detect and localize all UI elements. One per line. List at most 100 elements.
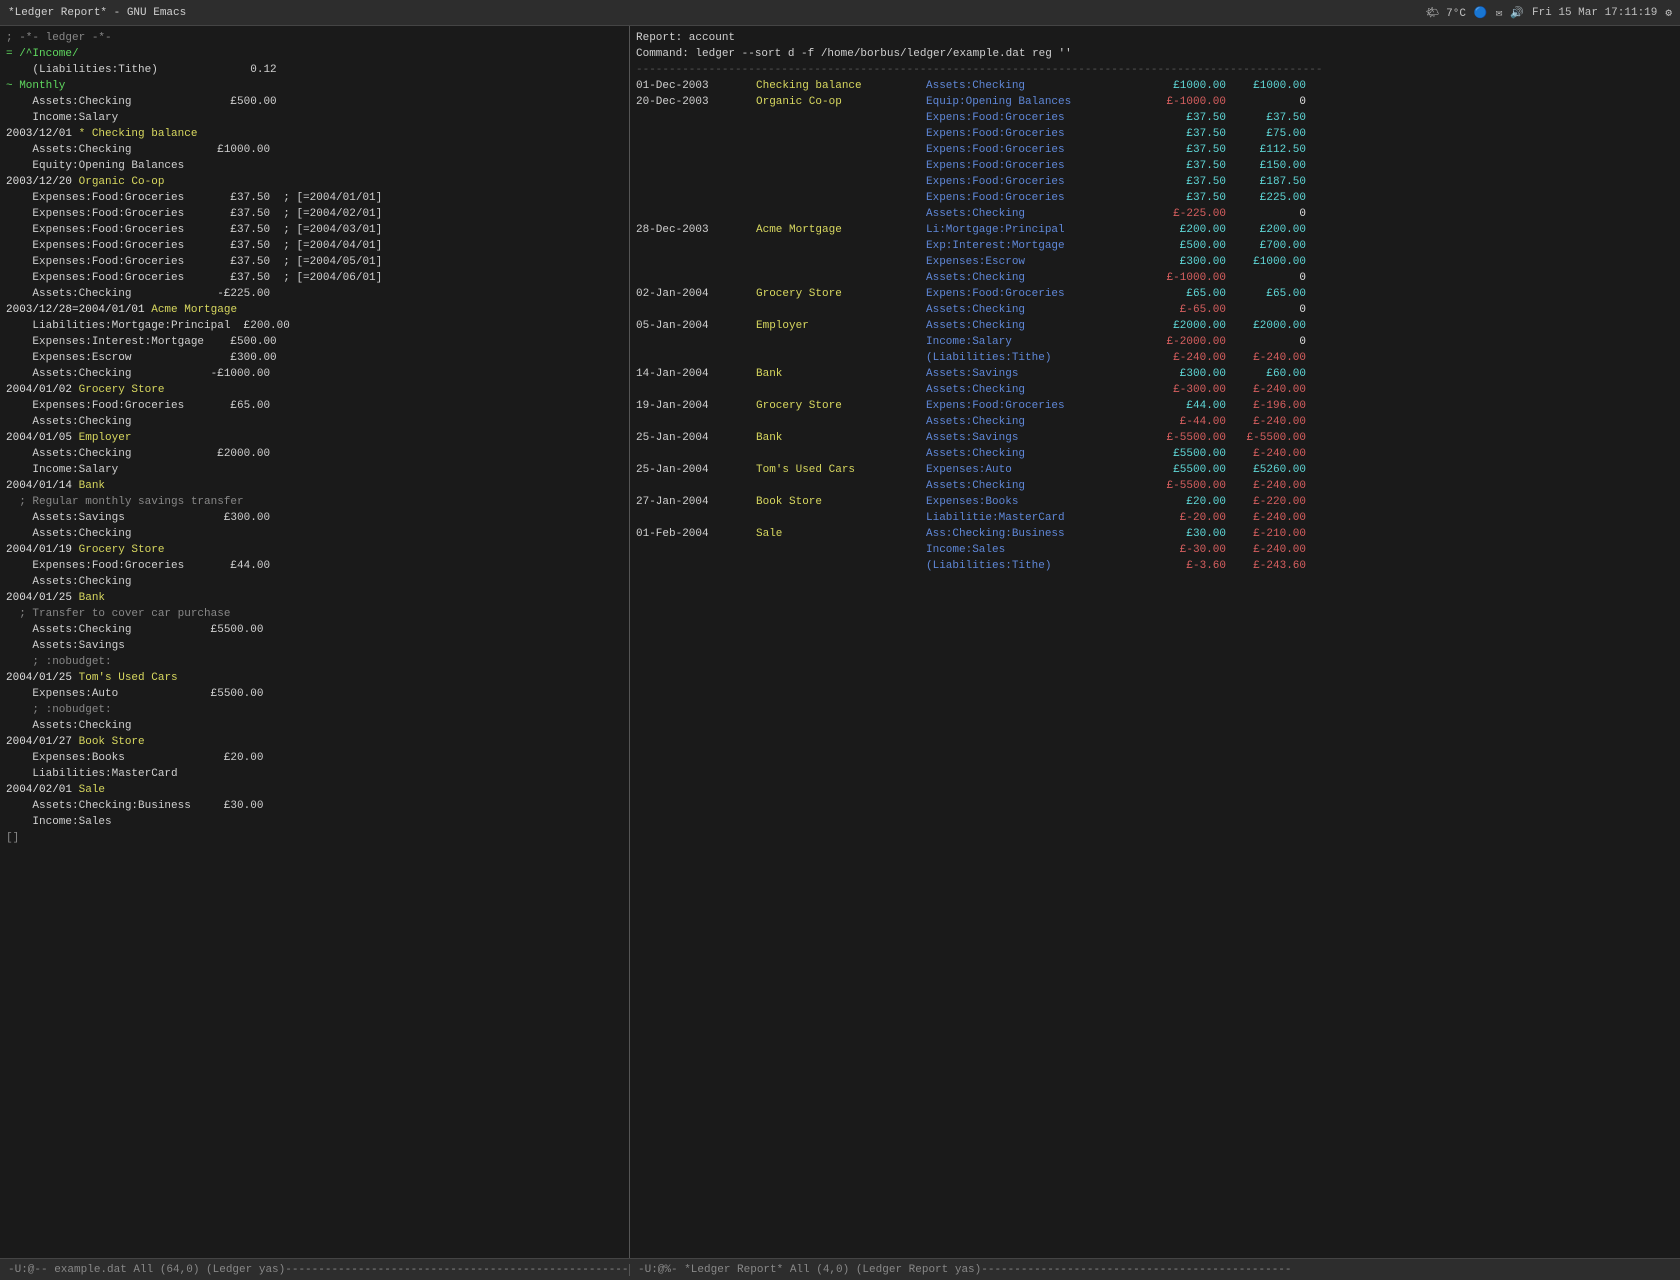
report-balance: £-5500.00 [1226, 430, 1306, 446]
report-date: 01-Dec-2003 [636, 78, 756, 94]
report-desc: Sale [756, 526, 926, 542]
report-desc: Bank [756, 430, 926, 446]
report-desc: Grocery Store [756, 398, 926, 414]
editor-line: Assets:Checking:Business £30.00 [6, 798, 623, 814]
report-account: Exp:Interest:Mortgage [926, 238, 1146, 254]
report-amount: £-44.00 [1146, 414, 1226, 430]
editor-line: Assets:Savings £300.00 [6, 510, 623, 526]
report-row: Assets:Checking£-300.00£-240.00 [636, 382, 1674, 398]
report-balance: £-196.00 [1226, 398, 1306, 414]
report-row: Expens:Food:Groceries£37.50£150.00 [636, 158, 1674, 174]
report-date: 25-Jan-2004 [636, 430, 756, 446]
report-desc [756, 478, 926, 494]
report-balance: £37.50 [1226, 110, 1306, 126]
report-date [636, 238, 756, 254]
report-row: Assets:Checking£-65.000 [636, 302, 1674, 318]
report-desc [756, 254, 926, 270]
report-balance: £-240.00 [1226, 478, 1306, 494]
report-balance: 0 [1226, 302, 1306, 318]
editor-line: 2004/02/01 Sale [6, 782, 623, 798]
report-desc [756, 158, 926, 174]
report-date: 28-Dec-2003 [636, 222, 756, 238]
report-amount: £-65.00 [1146, 302, 1226, 318]
report-row: Expens:Food:Groceries£37.50£112.50 [636, 142, 1674, 158]
report-account: Expens:Food:Groceries [926, 174, 1146, 190]
report-balance: £-243.60 [1226, 558, 1306, 574]
report-date [636, 270, 756, 286]
report-row: 01-Dec-2003Checking balanceAssets:Checki… [636, 78, 1674, 94]
report-row: Income:Salary£-2000.000 [636, 334, 1674, 350]
editor-line: Assets:Checking -£1000.00 [6, 366, 623, 382]
report-amount: £20.00 [1146, 494, 1226, 510]
report-account: Assets:Checking [926, 270, 1146, 286]
report-balance: £187.50 [1226, 174, 1306, 190]
report-row: 02-Jan-2004Grocery StoreExpens:Food:Groc… [636, 286, 1674, 302]
report-balance: 0 [1226, 270, 1306, 286]
report-date [636, 510, 756, 526]
report-amount: £-5500.00 [1146, 478, 1226, 494]
report-amount: £-1000.00 [1146, 270, 1226, 286]
report-date: 14-Jan-2004 [636, 366, 756, 382]
report-balance: £-220.00 [1226, 494, 1306, 510]
report-date [636, 158, 756, 174]
report-balance: £-240.00 [1226, 446, 1306, 462]
clock: Fri 15 Mar 17:11:19 [1532, 7, 1657, 19]
title-bar: *Ledger Report* - GNU Emacs 🌤 7°C 🔵 ✉ 🔊 … [0, 0, 1680, 26]
editor-line: ; Transfer to cover car purchase [6, 606, 623, 622]
editor-line: Assets:Checking £2000.00 [6, 446, 623, 462]
report-desc [756, 142, 926, 158]
editor-line: Liabilities:MasterCard [6, 766, 623, 782]
report-account: Assets:Savings [926, 430, 1146, 446]
report-date [636, 478, 756, 494]
report-balance: 0 [1226, 94, 1306, 110]
report-amount: £37.50 [1146, 174, 1226, 190]
network-icon: 🔵 [1474, 6, 1488, 20]
editor-line: 2004/01/02 Grocery Store [6, 382, 623, 398]
report-row: Expenses:Escrow£300.00£1000.00 [636, 254, 1674, 270]
report-desc [756, 510, 926, 526]
editor-line: 2003/12/01 * Checking balance [6, 126, 623, 142]
editor-line: 2004/01/19 Grocery Store [6, 542, 623, 558]
report-balance: £-240.00 [1226, 382, 1306, 398]
report-amount: £37.50 [1146, 190, 1226, 206]
report-balance: £112.50 [1226, 142, 1306, 158]
report-desc [756, 446, 926, 462]
report-amount: £37.50 [1146, 158, 1226, 174]
editor-line: 2004/01/25 Tom's Used Cars [6, 670, 623, 686]
report-account: Expens:Food:Groceries [926, 142, 1146, 158]
left-pane[interactable]: ; -*- ledger -*-= /^Income/ (Liabilities… [0, 26, 630, 1258]
editor-line: Expenses:Food:Groceries £37.50 ; [=2004/… [6, 206, 623, 222]
report-row: Expens:Food:Groceries£37.50£75.00 [636, 126, 1674, 142]
editor-line: 2004/01/27 Book Store [6, 734, 623, 750]
report-amount: £-30.00 [1146, 542, 1226, 558]
report-desc [756, 302, 926, 318]
report-row: Assets:Checking£5500.00£-240.00 [636, 446, 1674, 462]
editor-line: Assets:Checking [6, 414, 623, 430]
report-amount: £300.00 [1146, 254, 1226, 270]
report-desc [756, 350, 926, 366]
report-date [636, 206, 756, 222]
report-balance: £1000.00 [1226, 78, 1306, 94]
weather-icon: 🌤 7°C [1426, 6, 1466, 20]
report-amount: £30.00 [1146, 526, 1226, 542]
editor-line: 2003/12/28=2004/01/01 Acme Mortgage [6, 302, 623, 318]
report-balance: £-210.00 [1226, 526, 1306, 542]
report-row: 19-Jan-2004Grocery StoreExpens:Food:Groc… [636, 398, 1674, 414]
report-desc [756, 414, 926, 430]
report-entries: 01-Dec-2003Checking balanceAssets:Checki… [636, 78, 1674, 574]
report-date [636, 542, 756, 558]
report-balance: £65.00 [1226, 286, 1306, 302]
report-desc [756, 382, 926, 398]
sound-icon: 🔊 [1510, 6, 1524, 20]
report-row: 25-Jan-2004Tom's Used CarsExpenses:Auto£… [636, 462, 1674, 478]
report-account: Assets:Checking [926, 478, 1146, 494]
editor-line: Assets:Checking £5500.00 [6, 622, 623, 638]
report-row: Exp:Interest:Mortgage£500.00£700.00 [636, 238, 1674, 254]
report-balance: £-240.00 [1226, 350, 1306, 366]
report-desc: Employer [756, 318, 926, 334]
editor-line: Expenses:Escrow £300.00 [6, 350, 623, 366]
report-header: Report: account Command: ledger --sort d… [636, 30, 1674, 78]
editor-line: Expenses:Food:Groceries £37.50 ; [=2004/… [6, 270, 623, 286]
settings-icon[interactable]: ⚙ [1665, 6, 1672, 20]
report-desc [756, 270, 926, 286]
